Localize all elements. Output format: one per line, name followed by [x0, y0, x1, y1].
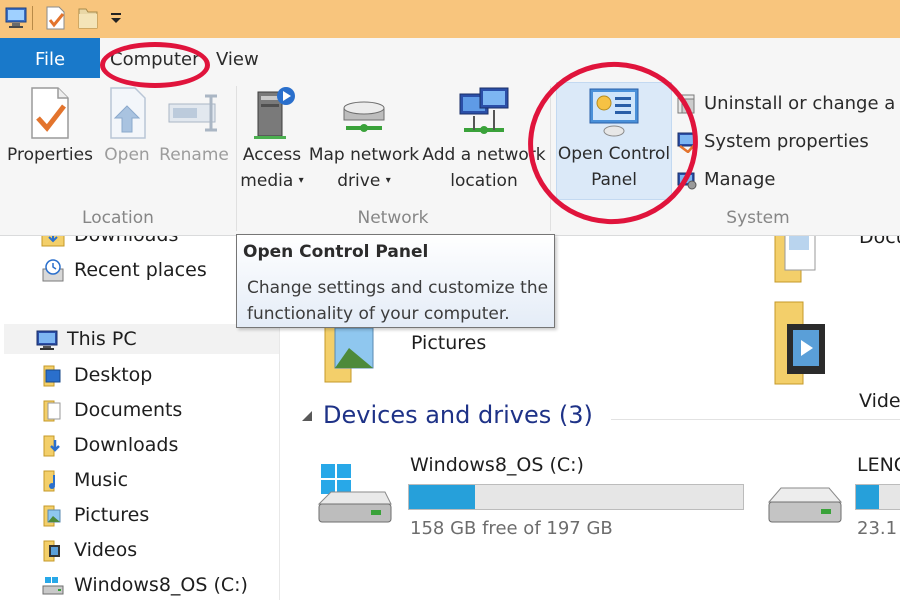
- uninstall-icon: [677, 94, 695, 114]
- videos-folder-icon: [774, 301, 825, 385]
- rename-label: Rename: [159, 145, 229, 165]
- music-folder-icon: [43, 470, 55, 492]
- windows-drive-icon: [42, 577, 64, 595]
- title-bar: [0, 0, 900, 38]
- downloads-folder-icon: [43, 435, 60, 457]
- network-drive-icon: [343, 101, 385, 132]
- map-network-drive-button[interactable]: Map network drive ▾: [306, 84, 422, 194]
- nav-item-label: Downloads: [74, 434, 179, 456]
- drive-name: Windows8_OS (C:): [410, 454, 584, 476]
- nav-item-label: Documents: [74, 399, 183, 421]
- control-panel-icon: [589, 88, 639, 137]
- new-folder-icon[interactable]: [76, 5, 100, 31]
- nav-item-label: Pictures: [74, 504, 150, 526]
- desktop-folder-icon: [43, 365, 61, 387]
- open-icon: [110, 87, 146, 139]
- properties-icon: [31, 87, 69, 139]
- drive-usage-bar: [855, 484, 900, 510]
- recent-places-icon: [42, 259, 64, 282]
- add-location-label-line2: location: [450, 171, 518, 191]
- nav-item-label: Windows8_OS (C:): [74, 574, 248, 596]
- tab-view[interactable]: View: [216, 38, 259, 78]
- tooltip-body: Change settings and customize the functi…: [247, 278, 549, 324]
- section-divider: [611, 419, 900, 420]
- map-drive-label-line2: drive: [337, 171, 381, 191]
- manage-icon: [677, 172, 697, 190]
- tab-computer[interactable]: Computer: [110, 38, 199, 78]
- open-control-panel-button[interactable]: Open Control Panel: [556, 82, 672, 200]
- control-panel-tooltip: Open Control Panel Change settings and c…: [236, 234, 555, 328]
- system-properties-label: System properties: [704, 131, 869, 152]
- network-group-label: Network: [357, 208, 429, 228]
- computer-icon[interactable]: [4, 5, 30, 31]
- control-panel-label-line2: Panel: [591, 170, 637, 190]
- drive-free-space: 23.1: [857, 518, 898, 539]
- group-divider: [550, 86, 551, 231]
- properties-label: Properties: [7, 145, 93, 165]
- rename-button[interactable]: Rename: [158, 84, 230, 168]
- add-network-location-button[interactable]: Add a network location: [422, 84, 546, 194]
- documents-tile-label: Docu: [859, 236, 900, 248]
- manage-label: Manage: [704, 169, 776, 190]
- collapse-triangle-icon[interactable]: [301, 411, 313, 423]
- documents-folder-icon: [774, 236, 816, 283]
- drive-name: LENO: [857, 454, 900, 476]
- open-label: Open: [104, 145, 150, 165]
- rename-icon: [168, 94, 217, 132]
- access-media-button[interactable]: Access media ▾: [238, 84, 306, 194]
- control-panel-label-line1: Open Control: [557, 144, 671, 164]
- system-properties-icon: [677, 132, 697, 153]
- documents-folder-tile[interactable]: Docu: [771, 236, 900, 286]
- nav-item-label: Music: [74, 469, 129, 491]
- hard-drive-icon: [767, 487, 843, 523]
- tab-file[interactable]: File: [0, 38, 100, 78]
- uninstall-label: Uninstall or change a pr: [704, 93, 900, 114]
- customize-toolbar-dropdown-icon[interactable]: [108, 5, 124, 31]
- tooltip-title: Open Control Panel: [243, 242, 429, 262]
- videos-folder-icon: [43, 540, 60, 562]
- devices-and-drives-title: Devices and drives (3): [323, 401, 593, 429]
- drive-tile-os[interactable]: Windows8_OS (C:) 158 GB free of 197 GB: [315, 454, 755, 539]
- this-pc-icon: [36, 330, 58, 350]
- nav-item-this-pc[interactable]: This PC: [4, 324, 279, 354]
- ribbon-tab-bar: File Computer View: [0, 38, 900, 78]
- pictures-folder-tile[interactable]: Pictures: [321, 322, 541, 384]
- open-button[interactable]: Open: [100, 84, 154, 168]
- pictures-folder-icon: [43, 505, 61, 527]
- downloads-folder-icon: [41, 236, 65, 247]
- documents-folder-icon: [43, 400, 61, 422]
- nav-item-label: This PC: [67, 328, 137, 350]
- drive-usage-fill: [409, 485, 476, 509]
- nav-item-label: Downloads: [74, 236, 178, 250]
- location-group-label: Location: [82, 208, 154, 228]
- drive-usage-bar: [408, 484, 744, 510]
- chevron-down-icon: ▾: [298, 175, 304, 186]
- system-group-label: System: [726, 208, 790, 228]
- nav-item-label: Recent places: [74, 259, 207, 281]
- media-server-icon: [254, 87, 295, 139]
- windows-drive-icon: [317, 464, 392, 523]
- nav-item-label: Videos: [74, 539, 138, 561]
- access-media-label-line1: Access: [242, 145, 302, 165]
- access-media-label-line2: media: [240, 171, 294, 191]
- drive-free-space: 158 GB free of 197 GB: [410, 518, 613, 539]
- add-location-label-line1: Add a network: [422, 145, 546, 165]
- videos-folder-tile[interactable]: Vide: [771, 298, 900, 412]
- map-drive-label-line1: Map network: [308, 145, 420, 165]
- pictures-folder-icon: [324, 325, 374, 383]
- drive-tile-leno[interactable]: LENO 23.1: [765, 454, 900, 539]
- network-location-icon: [459, 87, 509, 134]
- drive-usage-fill: [856, 485, 880, 509]
- toolbar-separator: [32, 6, 33, 30]
- properties-button[interactable]: Properties: [4, 84, 96, 168]
- pictures-tile-label: Pictures: [411, 332, 487, 354]
- properties-icon[interactable]: [44, 5, 68, 31]
- videos-tile-label: Vide: [859, 390, 900, 412]
- nav-item-label: Desktop: [74, 364, 153, 386]
- ribbon: Properties Open Rename Location Access m…: [0, 78, 900, 236]
- chevron-down-icon: ▾: [385, 175, 391, 186]
